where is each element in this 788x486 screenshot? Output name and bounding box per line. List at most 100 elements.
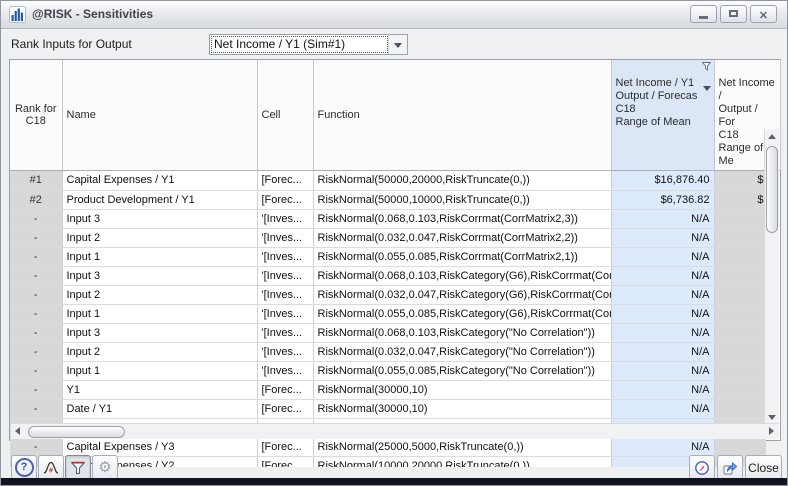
name-cell: Capital Expenses / Y1 [62, 171, 257, 190]
filter-toggle-button[interactable] [65, 455, 91, 480]
sort-arrow-icon[interactable] [703, 86, 711, 91]
cell-ref-cell: [Forec... [257, 380, 313, 399]
output2-value-cell [714, 228, 766, 247]
gear-icon: ⚙ [98, 460, 111, 475]
function-cell: RiskNormal(0.032,0.047,RiskCategory(G6),… [313, 285, 611, 304]
table-row[interactable]: - Y1 [Forec... RiskNormal(30000,10) N/A [10, 380, 766, 399]
output1-value-cell: N/A [611, 323, 714, 342]
cell-ref-cell: '[Inves... [257, 323, 313, 342]
function-cell: RiskNormal(30000,10) [313, 399, 611, 418]
edit-style-button[interactable] [689, 455, 715, 480]
help-button[interactable]: ? [11, 455, 37, 480]
vertical-scrollbar[interactable] [764, 129, 779, 425]
window-close-button[interactable]: ✕ [750, 5, 777, 23]
output-selector-value: Net Income / Y1 (Sim#1) [211, 36, 388, 53]
scroll-left-icon [15, 427, 20, 435]
name-cell: Input 1 [62, 304, 257, 323]
funnel-icon [70, 460, 86, 476]
cell-ref-cell: '[Inves... [257, 266, 313, 285]
table-row[interactable]: - Input 3 '[Inves... RiskNormal(0.068,0.… [10, 266, 766, 285]
function-cell: RiskNormal(0.055,0.085,RiskCategory("No … [313, 361, 611, 380]
table-row[interactable]: - Capital Expenses / Y3 [Forec... RiskNo… [10, 437, 766, 456]
scroll-up-button[interactable] [765, 129, 779, 144]
dropdown-arrow-button[interactable] [388, 35, 407, 54]
close-icon: ✕ [759, 10, 768, 22]
table-row[interactable]: - Input 2 '[Inves... RiskNormal(0.032,0.… [10, 342, 766, 361]
column-header-cell[interactable]: Cell [257, 60, 313, 171]
export-report-button[interactable] [717, 455, 743, 480]
vertical-scrollbar-thumb[interactable] [766, 146, 778, 233]
name-cell: Input 3 [62, 323, 257, 342]
table-row[interactable]: - Input 3 '[Inves... RiskNormal(0.068,0.… [10, 323, 766, 342]
cell-ref-cell: '[Inves... [257, 285, 313, 304]
table-row[interactable]: - Input 1 '[Inves... RiskNormal(0.055,0.… [10, 304, 766, 323]
function-cell: RiskNormal(50000,20000,RiskTruncate(0,)) [313, 171, 611, 190]
close-button[interactable]: Close [745, 455, 782, 480]
table-row[interactable]: - Capital Expenses / Y2 [Forec... RiskNo… [10, 456, 766, 467]
table-row[interactable]: #1 Capital Expenses / Y1 [Forec... RiskN… [10, 171, 766, 190]
maximize-button[interactable] [720, 5, 747, 23]
table-row[interactable]: #2 Product Development / Y1 [Forec... Ri… [10, 190, 766, 209]
scroll-left-button[interactable] [11, 424, 26, 439]
table-row[interactable]: - Input 3 '[Inves... RiskNormal(0.068,0.… [10, 209, 766, 228]
filter-icon[interactable] [702, 62, 711, 71]
name-cell: Input 1 [62, 247, 257, 266]
function-cell: RiskNormal(25000,5000,RiskTruncate(0,)) [313, 437, 611, 456]
chevron-down-icon [394, 43, 402, 48]
column-header-rank[interactable]: Rank for C18 [10, 60, 62, 171]
cell-ref-cell: '[Inves... [257, 342, 313, 361]
cell-ref-cell: [Forec... [257, 399, 313, 418]
rank-inputs-label: Rank Inputs for Output [11, 33, 132, 55]
output-selector-dropdown[interactable]: Net Income / Y1 (Sim#1) [209, 34, 408, 55]
rank-cell: - [10, 247, 62, 266]
output1-value-cell: N/A [611, 342, 714, 361]
function-cell: RiskNormal(10000,20000,RiskTruncate(0,)) [313, 456, 611, 467]
function-cell: RiskNormal(0.068,0.103,RiskCorrmat(CorrM… [313, 209, 611, 228]
table-row[interactable]: - Input 1 '[Inves... RiskNormal(0.055,0.… [10, 361, 766, 380]
settings-button[interactable]: ⚙ [92, 455, 118, 480]
function-cell: RiskNormal(0.068,0.103,RiskCategory("No … [313, 323, 611, 342]
minimize-icon [699, 16, 708, 19]
rank-cell: - [10, 228, 62, 247]
table-row[interactable]: - Date / Y1 [Forec... RiskNormal(30000,1… [10, 399, 766, 418]
name-cell: Product Development / Y1 [62, 190, 257, 209]
rank-cell: - [10, 380, 62, 399]
table-row[interactable]: - Input 2 '[Inves... RiskNormal(0.032,0.… [10, 285, 766, 304]
name-cell: Input 3 [62, 266, 257, 285]
output1-value-cell: N/A [611, 247, 714, 266]
rank-cell: - [10, 266, 62, 285]
scroll-down-icon [768, 415, 776, 420]
output1-value-cell: N/A [611, 285, 714, 304]
name-cell: Y1 [62, 380, 257, 399]
output2-value-cell [714, 247, 766, 266]
output2-value-cell [714, 323, 766, 342]
minimize-button[interactable] [690, 5, 717, 23]
rank-cell: - [10, 209, 62, 228]
function-cell: RiskNormal(0.055,0.085,RiskCorrmat(CorrM… [313, 247, 611, 266]
function-cell: RiskNormal(50000,10000,RiskTruncate(0,)) [313, 190, 611, 209]
cell-ref-cell: [Forec... [257, 190, 313, 209]
column-header-function[interactable]: Function [313, 60, 611, 171]
output2-value-cell [714, 304, 766, 323]
rank-cell: - [10, 285, 62, 304]
name-cell: Input 2 [62, 342, 257, 361]
title-bar: @RISK - Sensitivities ✕ [1, 1, 787, 29]
name-cell: Input 2 [62, 228, 257, 247]
output1-value-cell: N/A [611, 209, 714, 228]
output1-value-cell: N/A [611, 399, 714, 418]
horizontal-scrollbar[interactable] [11, 423, 779, 439]
rank-cell: #2 [10, 190, 62, 209]
name-cell: Input 2 [62, 285, 257, 304]
table-row[interactable]: - Input 1 '[Inves... RiskNormal(0.055,0.… [10, 247, 766, 266]
rank-cell: - [10, 304, 62, 323]
column-header-output1[interactable]: Net Income / Y1 Output / Forecas C18 Ran… [611, 60, 714, 171]
scroll-right-button[interactable] [764, 424, 779, 439]
name-cell: Input 1 [62, 361, 257, 380]
table-row[interactable]: - Input 2 '[Inves... RiskNormal(0.032,0.… [10, 228, 766, 247]
output2-value-cell: $ [714, 171, 766, 190]
column-header-name[interactable]: Name [62, 60, 257, 171]
horizontal-scrollbar-thumb[interactable] [28, 426, 125, 438]
table-header: Rank for C18 Name Cell Function Net Inco… [10, 60, 781, 171]
name-cell: Input 3 [62, 209, 257, 228]
distribution-button[interactable]: # [38, 455, 64, 480]
